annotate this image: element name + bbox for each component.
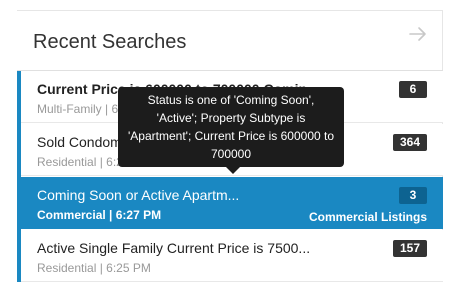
selection-rail — [17, 71, 21, 282]
result-count-badge: 6 — [399, 81, 427, 98]
search-item-selected[interactable]: Coming Soon or Active Apartm... Commerci… — [17, 177, 443, 229]
tooltip-arrow — [226, 167, 240, 174]
search-meta: Commercial | 6:27 PM — [37, 208, 162, 222]
search-title: Active Single Family Current Price is 75… — [37, 240, 311, 256]
result-count-badge: 3 — [399, 187, 427, 204]
search-meta: Residential | 6:25 PM — [37, 261, 151, 275]
result-count-badge: 157 — [392, 240, 427, 257]
search-criteria-tooltip: Status is one of 'Coming Soon', 'Active'… — [118, 87, 344, 167]
result-count-badge: 364 — [392, 134, 427, 151]
listing-type-label: Commercial Listings — [308, 210, 427, 224]
search-title: Coming Soon or Active Apartm... — [37, 187, 240, 203]
panel-header: Recent Searches — [17, 11, 443, 71]
panel-title: Recent Searches — [33, 31, 187, 53]
arrow-right-icon[interactable] — [407, 23, 429, 45]
search-item[interactable]: Active Single Family Current Price is 75… — [17, 230, 443, 282]
